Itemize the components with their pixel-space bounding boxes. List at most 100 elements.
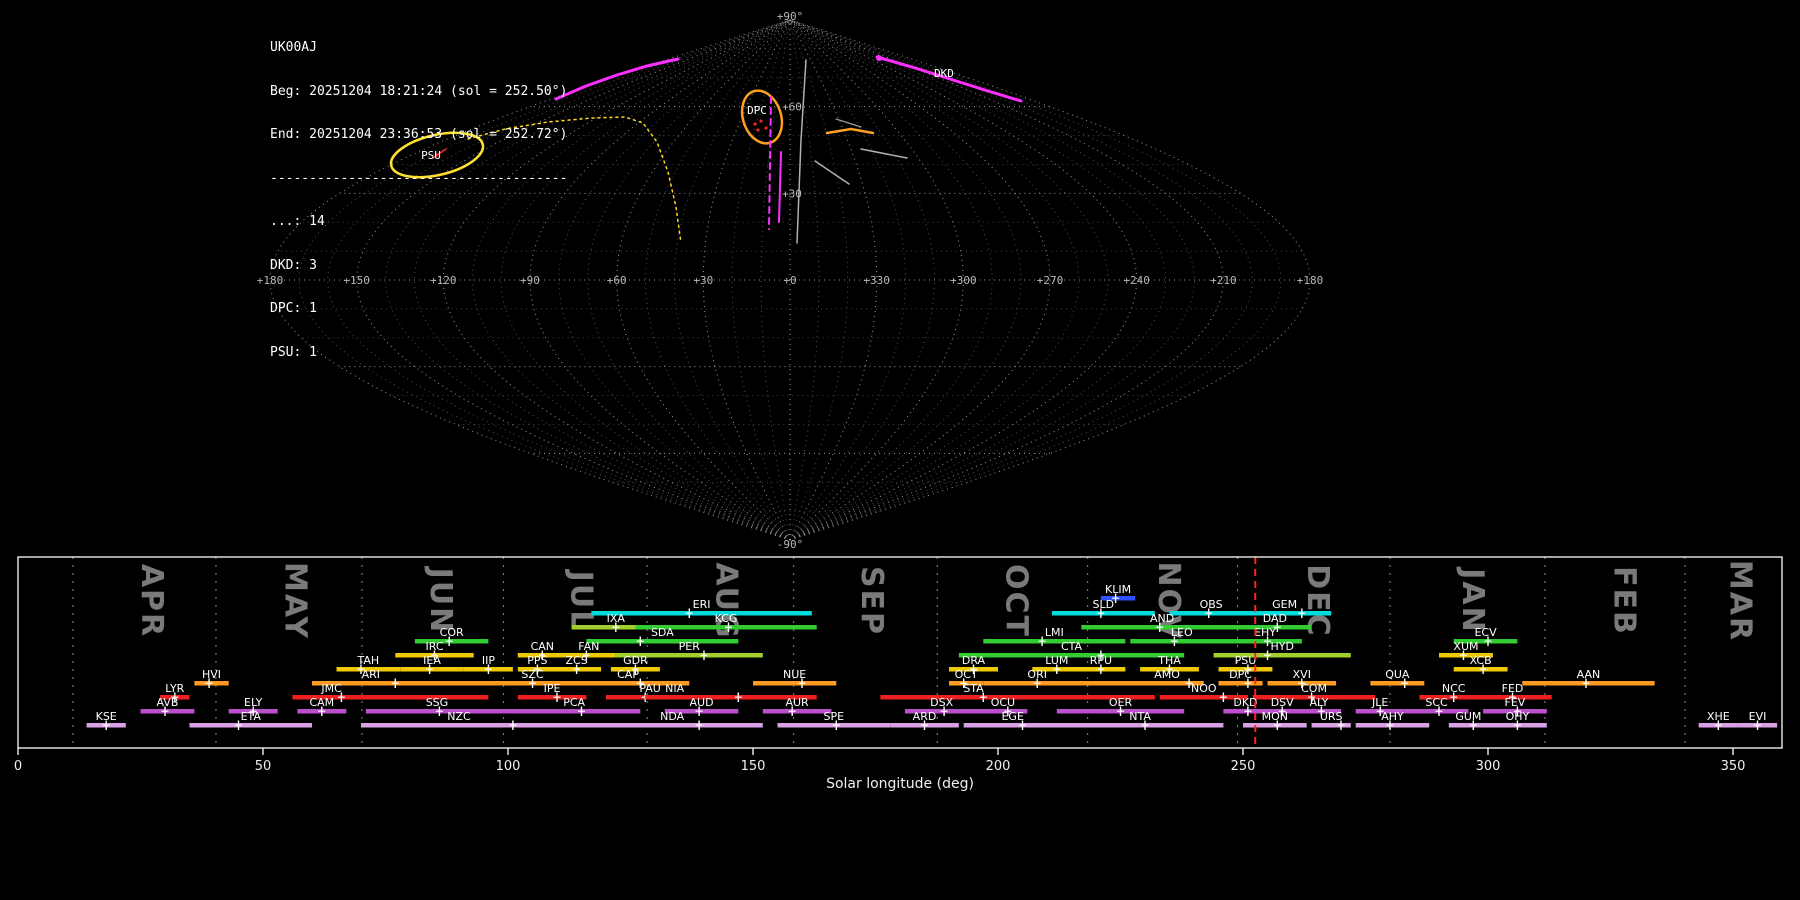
shower-label-oer: OER: [1109, 696, 1133, 709]
shower-bar-leo: [1130, 639, 1234, 644]
header-separator: --------------------------------------: [270, 170, 568, 186]
shower-label-nta: NTA: [1129, 710, 1151, 723]
shower-label-leo: LEO: [1171, 626, 1193, 639]
shower-bar-urs: [1311, 723, 1351, 728]
shower-label-sta: STA: [963, 682, 984, 695]
lon-label: +30: [693, 274, 713, 287]
shower-label-cap: CAP: [617, 668, 639, 681]
sporadic-track-gray-2: [814, 160, 850, 185]
shower-label-aly: ALY: [1309, 696, 1328, 709]
radiant-label-dpc: DPC: [747, 104, 767, 117]
shower-bar-nue: [753, 681, 837, 686]
begin-time: Beg: 20251204 18:21:24 (sol = 252.50°): [270, 83, 568, 99]
shower-label-aud: AUD: [690, 696, 714, 709]
shower-label-aan: AAN: [1577, 668, 1601, 681]
shower-label-gum: GUM: [1455, 710, 1481, 723]
shower-label-cor: COR: [440, 626, 464, 639]
shower-label-ipe: IPE: [544, 682, 561, 695]
shower-label-ahy: AHY: [1381, 710, 1404, 723]
shower-label-kcg: KCG: [715, 612, 738, 625]
lon-label: +60: [607, 274, 627, 287]
shower-label-eri: ERI: [693, 598, 711, 611]
shower-bar-nta: [1056, 723, 1224, 728]
shower-label-pps: PPS: [527, 654, 547, 667]
shower-label-urs: URS: [1320, 710, 1343, 723]
grid-meridian: [731, 19, 791, 541]
shower-label-dsx: DSX: [930, 696, 953, 709]
shower-label-dra: DRA: [962, 654, 986, 667]
shower-label-lum: LUM: [1045, 654, 1068, 667]
shower-label-and: AND: [1150, 612, 1174, 625]
shower-label-ocu: OCU: [991, 696, 1015, 709]
shower-label-qua: QUA: [1385, 668, 1410, 681]
shower-label-evi: EVI: [1749, 710, 1767, 723]
shower-label-nia: NIA: [665, 682, 684, 695]
shower-label-dkd: DKD: [1233, 696, 1257, 709]
shower-label-psu: PSU: [1235, 654, 1257, 667]
shower-bar-eta: [189, 723, 312, 728]
shower-label-sld: SLD: [1093, 598, 1115, 611]
shower-bar-cta: [958, 653, 1185, 658]
shower-label-rpu: RPU: [1090, 654, 1112, 667]
shower-label-ely: ELY: [244, 696, 263, 709]
lon-label: +330: [863, 274, 890, 287]
shower-label-tah: TAH: [357, 654, 380, 667]
shower-label-per: PER: [679, 640, 701, 653]
x-tick-label: 0: [14, 759, 22, 774]
shower-bar-nda: [581, 723, 763, 728]
shower-label-spe: SPE: [824, 710, 845, 723]
shower-label-amo: AMO: [1154, 668, 1180, 681]
sporadic-track-orange: [825, 127, 875, 135]
shower-label-iea: IEA: [423, 654, 441, 667]
shower-label-gdr: GDR: [623, 654, 648, 667]
shower-label-lyr: LYR: [165, 682, 184, 695]
count-sporadic: ...: 14: [270, 214, 325, 229]
shower-label-dad: DAD: [1263, 612, 1287, 625]
dkd-track-west: [554, 57, 680, 101]
end-time: End: 20251204 23:36:53 (sol = 252.72°): [270, 127, 568, 142]
shower-label-dpc: DPC: [1229, 668, 1252, 681]
shower-label-pca: PCA: [563, 696, 585, 709]
shower-label-ari: ARI: [362, 668, 380, 681]
shower-label-zcs: ZCS: [565, 654, 587, 667]
pole-label-south: -90°: [777, 538, 804, 551]
shower-label-ege: EGE: [1001, 710, 1023, 723]
lon-label: +210: [1210, 274, 1237, 287]
shower-label-dsv: DSV: [1271, 696, 1294, 709]
month-label-sep: SEP: [854, 566, 889, 636]
shower-label-scc: SCC: [1425, 696, 1448, 709]
shower-label-fan: FAN: [578, 640, 599, 653]
shower-bar-ori: [983, 681, 1155, 686]
lon-label: +180: [1297, 274, 1324, 287]
shower-bar-ege: [963, 723, 1062, 728]
count-dpc: DPC: 1: [270, 301, 317, 316]
shower-label-ard: ARD: [913, 710, 937, 723]
shower-label-hyd: HYD: [1270, 640, 1293, 653]
shower-label-hvi: HVI: [202, 668, 221, 681]
shower-label-fed: FED: [1502, 682, 1524, 695]
shower-label-eta: ETA: [241, 710, 262, 723]
shower-label-xcb: XCB: [1470, 654, 1492, 667]
month-label-oct: OCT: [998, 564, 1033, 638]
shower-label-tha: THA: [1157, 654, 1181, 667]
dkd-meteor-2: [778, 151, 782, 223]
shower-label-ncc: NCC: [1442, 682, 1466, 695]
sporadic-track-gray-3: [860, 148, 908, 159]
shower-label-ori: ORI: [1027, 668, 1047, 681]
shower-label-xhe: XHE: [1707, 710, 1730, 723]
lon-label: +240: [1123, 274, 1150, 287]
lon-label: +0: [783, 274, 796, 287]
dpc-meteors: [764, 126, 768, 130]
shower-label-szc: SZC: [521, 668, 544, 681]
month-label-feb: FEB: [1606, 566, 1641, 636]
shower-label-iip: IIP: [482, 654, 495, 667]
lat-label: +60: [782, 101, 802, 114]
shower-label-nzc: NZC: [447, 710, 471, 723]
shower-label-klim: KLIM: [1105, 583, 1131, 596]
shower-bar-nzc: [361, 723, 582, 728]
dpc-meteors: [759, 119, 763, 123]
shower-label-can: CAN: [531, 640, 554, 653]
count-dkd: DKD: 3: [270, 257, 317, 273]
shower-label-irc: IRC: [425, 640, 443, 653]
shower-label-fev: FEV: [1505, 696, 1526, 709]
